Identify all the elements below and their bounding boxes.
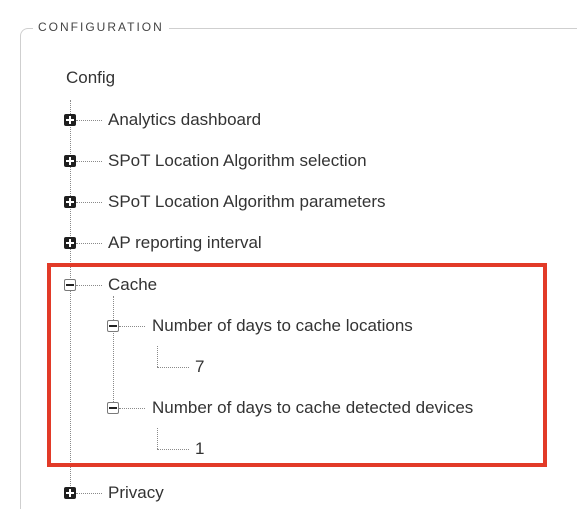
fieldset-legend: CONFIGURATION (33, 20, 169, 34)
expand-spot-algorithm-parameters-icon[interactable] (64, 196, 76, 208)
configuration-panel: CONFIGURATION Config Analytics dashboard… (0, 0, 577, 531)
tree-connector (76, 161, 102, 162)
expand-privacy-icon[interactable] (64, 487, 76, 499)
tree-connector (76, 202, 102, 203)
tree-item-analytics-dashboard[interactable]: Analytics dashboard (108, 110, 261, 130)
tree-item-spot-algorithm-parameters[interactable]: SPoT Location Algorithm parameters (108, 192, 386, 212)
tree-root-label: Config (66, 68, 116, 87)
highlight-box (47, 263, 547, 467)
expand-analytics-dashboard-icon[interactable] (64, 114, 76, 126)
expand-ap-reporting-interval-icon[interactable] (64, 237, 76, 249)
tree-item-spot-algorithm-selection[interactable]: SPoT Location Algorithm selection (108, 151, 367, 171)
tree-item-privacy[interactable]: Privacy (108, 483, 164, 503)
tree-connector (76, 493, 102, 494)
tree-connector (76, 243, 102, 244)
expand-spot-algorithm-selection-icon[interactable] (64, 155, 76, 167)
tree-item-ap-reporting-interval[interactable]: AP reporting interval (108, 233, 262, 253)
tree-connector (76, 120, 102, 121)
